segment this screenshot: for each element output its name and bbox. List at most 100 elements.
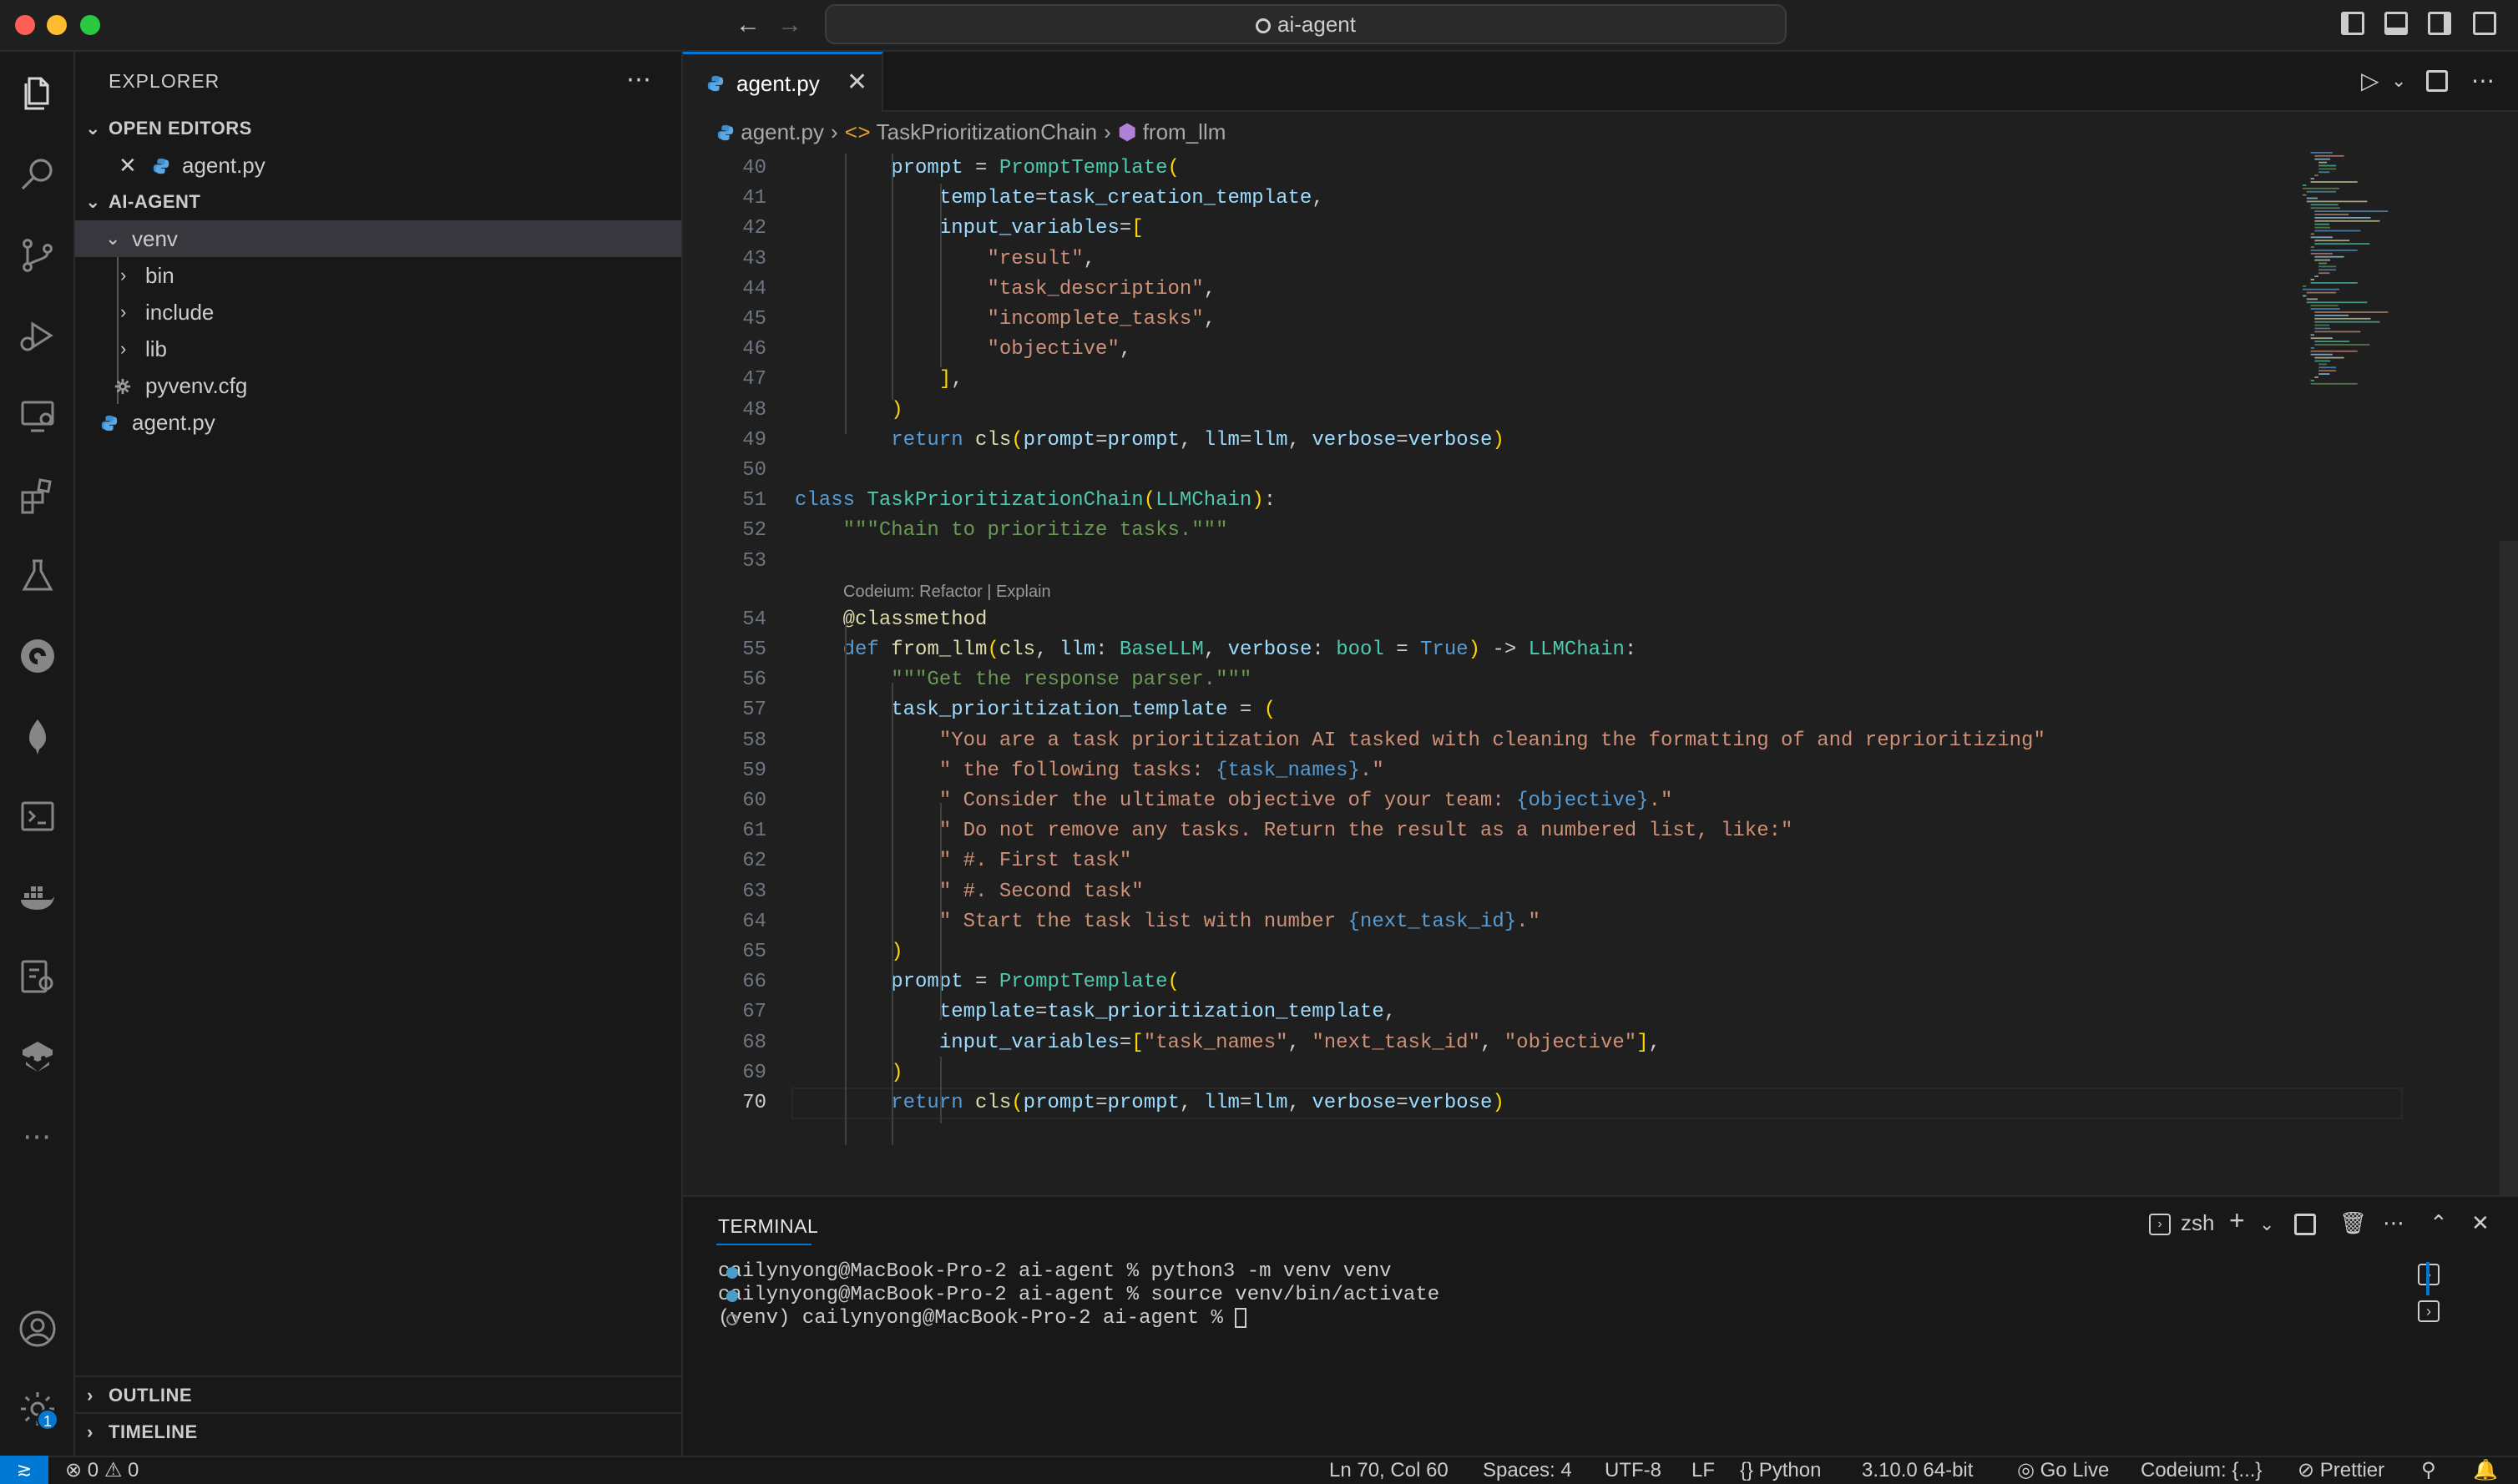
open-editors-header[interactable]: ⌄ OPEN EDITORS (75, 110, 681, 147)
notifications-bell-icon[interactable]: 🔔 (2473, 1457, 2498, 1484)
explorer-files-icon[interactable] (14, 70, 61, 117)
run-debug-icon[interactable] (14, 312, 61, 359)
more-actions-icon[interactable]: ⋯ (626, 65, 651, 94)
remote-indicator-icon[interactable]: ≳ (0, 1456, 48, 1484)
tree-folder-venv[interactable]: ⌄ venv (75, 220, 681, 257)
new-terminal-plus-icon[interactable]: + (2229, 1205, 2245, 1236)
feedback-icon[interactable]: ⚲ (2421, 1457, 2436, 1484)
file-encoding[interactable]: UTF-8 (1605, 1457, 1661, 1484)
kill-terminal-trash-icon[interactable]: 🗑 (2339, 1210, 2367, 1236)
extensions-icon[interactable] (14, 472, 61, 519)
run-python-file-icon[interactable]: ▷ (2361, 67, 2379, 94)
minimize-window-button[interactable] (47, 15, 67, 35)
open-editor-item[interactable]: ✕ agent.py (75, 147, 681, 184)
back-arrow-icon[interactable]: ← (731, 8, 765, 42)
minimap-line (2310, 305, 2339, 307)
tree-folder-lib[interactable]: › lib (75, 331, 681, 367)
breadcrumb-file[interactable]: agent.py (741, 119, 824, 144)
python-interpreter[interactable]: 3.10.0 64-bit (1862, 1457, 1973, 1484)
more-actions-icon[interactable]: ⋯ (2471, 67, 2495, 94)
container-tools-icon[interactable] (14, 953, 61, 1000)
terminal-scrollbar[interactable] (2426, 1262, 2430, 1295)
remote-explorer-icon[interactable] (14, 392, 61, 439)
zoom-window-button[interactable] (80, 15, 100, 35)
indentation-setting[interactable]: Spaces: 4 (1483, 1457, 1572, 1484)
toggle-panel-icon[interactable] (2384, 12, 2408, 35)
project-root-header[interactable]: ⌄ AI-AGENT (75, 184, 681, 220)
prettier-status[interactable]: ⊘ Prettier (2298, 1457, 2384, 1484)
indent-guide (940, 803, 942, 1020)
search-icon[interactable] (14, 152, 61, 199)
codeium-icon[interactable] (14, 633, 61, 679)
customize-layout-icon[interactable] (2473, 12, 2496, 35)
line-text: template=task_creation_template, (938, 187, 1324, 210)
outline-header[interactable]: › OUTLINE (75, 1375, 681, 1412)
more-actions-icon[interactable]: ⋯ (2383, 1210, 2404, 1236)
mongodb-leaf-icon[interactable] (14, 713, 61, 760)
tab-agent-py[interactable]: agent.py ✕ (683, 52, 883, 112)
split-terminal-icon[interactable] (2294, 1214, 2316, 1235)
chevron-down-icon: ⌄ (85, 191, 101, 212)
chevron-right-icon: › (87, 1385, 94, 1406)
indent-guide (845, 623, 847, 1145)
terminal-output[interactable]: cailynyong@MacBook-Pro-2 ai-agent % pyth… (683, 1257, 2436, 1449)
maximize-panel-chevron-up-icon[interactable]: ⌃ (2430, 1210, 2448, 1236)
breadcrumb-class[interactable]: TaskPrioritizationChain (877, 119, 1097, 144)
timeline-header[interactable]: › TIMELINE (75, 1412, 681, 1449)
chevron-right-icon: › (120, 338, 127, 359)
codeium-status[interactable]: Codeium: {...} (2141, 1457, 2262, 1484)
toggle-primary-sidebar-icon[interactable] (2341, 12, 2364, 35)
line-text: "result", (987, 247, 1096, 270)
close-panel-icon[interactable]: ✕ (2471, 1210, 2490, 1236)
minimap[interactable] (2296, 150, 2455, 401)
editor-tabs: agent.py ✕ ▷ ⌄ ⋯ (683, 52, 2518, 112)
tree-file-agent[interactable]: agent.py (75, 404, 681, 441)
account-icon[interactable] (14, 1305, 61, 1352)
command-success-dot[interactable] (726, 1290, 738, 1302)
testing-flask-icon[interactable] (14, 553, 61, 599)
codeium-codelens[interactable]: Codeium: Refactor | Explain (843, 579, 1051, 604)
minimap-line (2318, 262, 2328, 265)
terminal-shell-icon[interactable]: › (2149, 1214, 2171, 1235)
terminal-tab[interactable]: TERMINAL (718, 1215, 818, 1238)
code-line: 48 ) (683, 396, 2419, 426)
toggle-secondary-sidebar-icon[interactable] (2428, 12, 2451, 35)
minimap-line (2318, 171, 2330, 174)
run-dropdown-chevron-icon[interactable]: ⌄ (2391, 70, 2406, 92)
close-tab-icon[interactable]: ✕ (847, 68, 867, 97)
go-live-button[interactable]: ◎ Go Live (2017, 1457, 2109, 1484)
minimap-line (2310, 152, 2333, 154)
terminal-shell-label[interactable]: zsh (2181, 1210, 2214, 1236)
terminal-icon[interactable] (14, 793, 61, 840)
minimap-line (2310, 252, 2333, 255)
code-line: 46 "objective", (683, 335, 2419, 365)
problems-indicator[interactable]: ⊗ 0 ⚠ 0 (65, 1457, 139, 1484)
terminal-line-text: cailynyong@MacBook-Pro-2 ai-agent % pyth… (718, 1260, 1392, 1283)
more-views-icon[interactable]: ⋯ (14, 1113, 61, 1160)
language-mode[interactable]: {} Python (1740, 1457, 1821, 1484)
end-of-line[interactable]: LF (1691, 1457, 1715, 1484)
tree-folder-include[interactable]: › include (75, 294, 681, 331)
command-center-search[interactable]: ai-agent (825, 4, 1787, 44)
copilot-agent-icon[interactable] (14, 1033, 61, 1080)
code-editor[interactable]: 40 prompt = PromptTemplate(41 template=t… (683, 154, 2518, 1195)
docker-icon[interactable] (14, 873, 61, 920)
source-control-icon[interactable] (14, 232, 61, 279)
tree-file-pyvenv[interactable]: pyvenv.cfg (75, 367, 681, 404)
close-icon[interactable]: ✕ (119, 147, 137, 184)
close-window-button[interactable] (15, 15, 35, 35)
minimap-line (2310, 181, 2358, 183)
forward-arrow-icon[interactable]: → (773, 8, 806, 42)
line-text: return cls(prompt=prompt, llm=llm, verbo… (891, 1092, 1504, 1114)
file-label: pyvenv.cfg (145, 373, 248, 398)
minimap-line (2310, 334, 2314, 336)
breadcrumb-method[interactable]: from_llm (1143, 119, 1226, 144)
split-editor-icon[interactable] (2426, 70, 2448, 92)
cursor-position[interactable]: Ln 70, Col 60 (1329, 1457, 1449, 1484)
command-success-dot[interactable] (726, 1267, 738, 1279)
terminal-dropdown-chevron-icon[interactable]: ⌄ (2259, 1214, 2274, 1235)
line-number: 59 (742, 759, 766, 782)
tree-folder-bin[interactable]: › bin (75, 257, 681, 294)
command-pending-dot[interactable] (726, 1314, 738, 1325)
terminal-instance-icon[interactable]: › (2418, 1300, 2440, 1322)
